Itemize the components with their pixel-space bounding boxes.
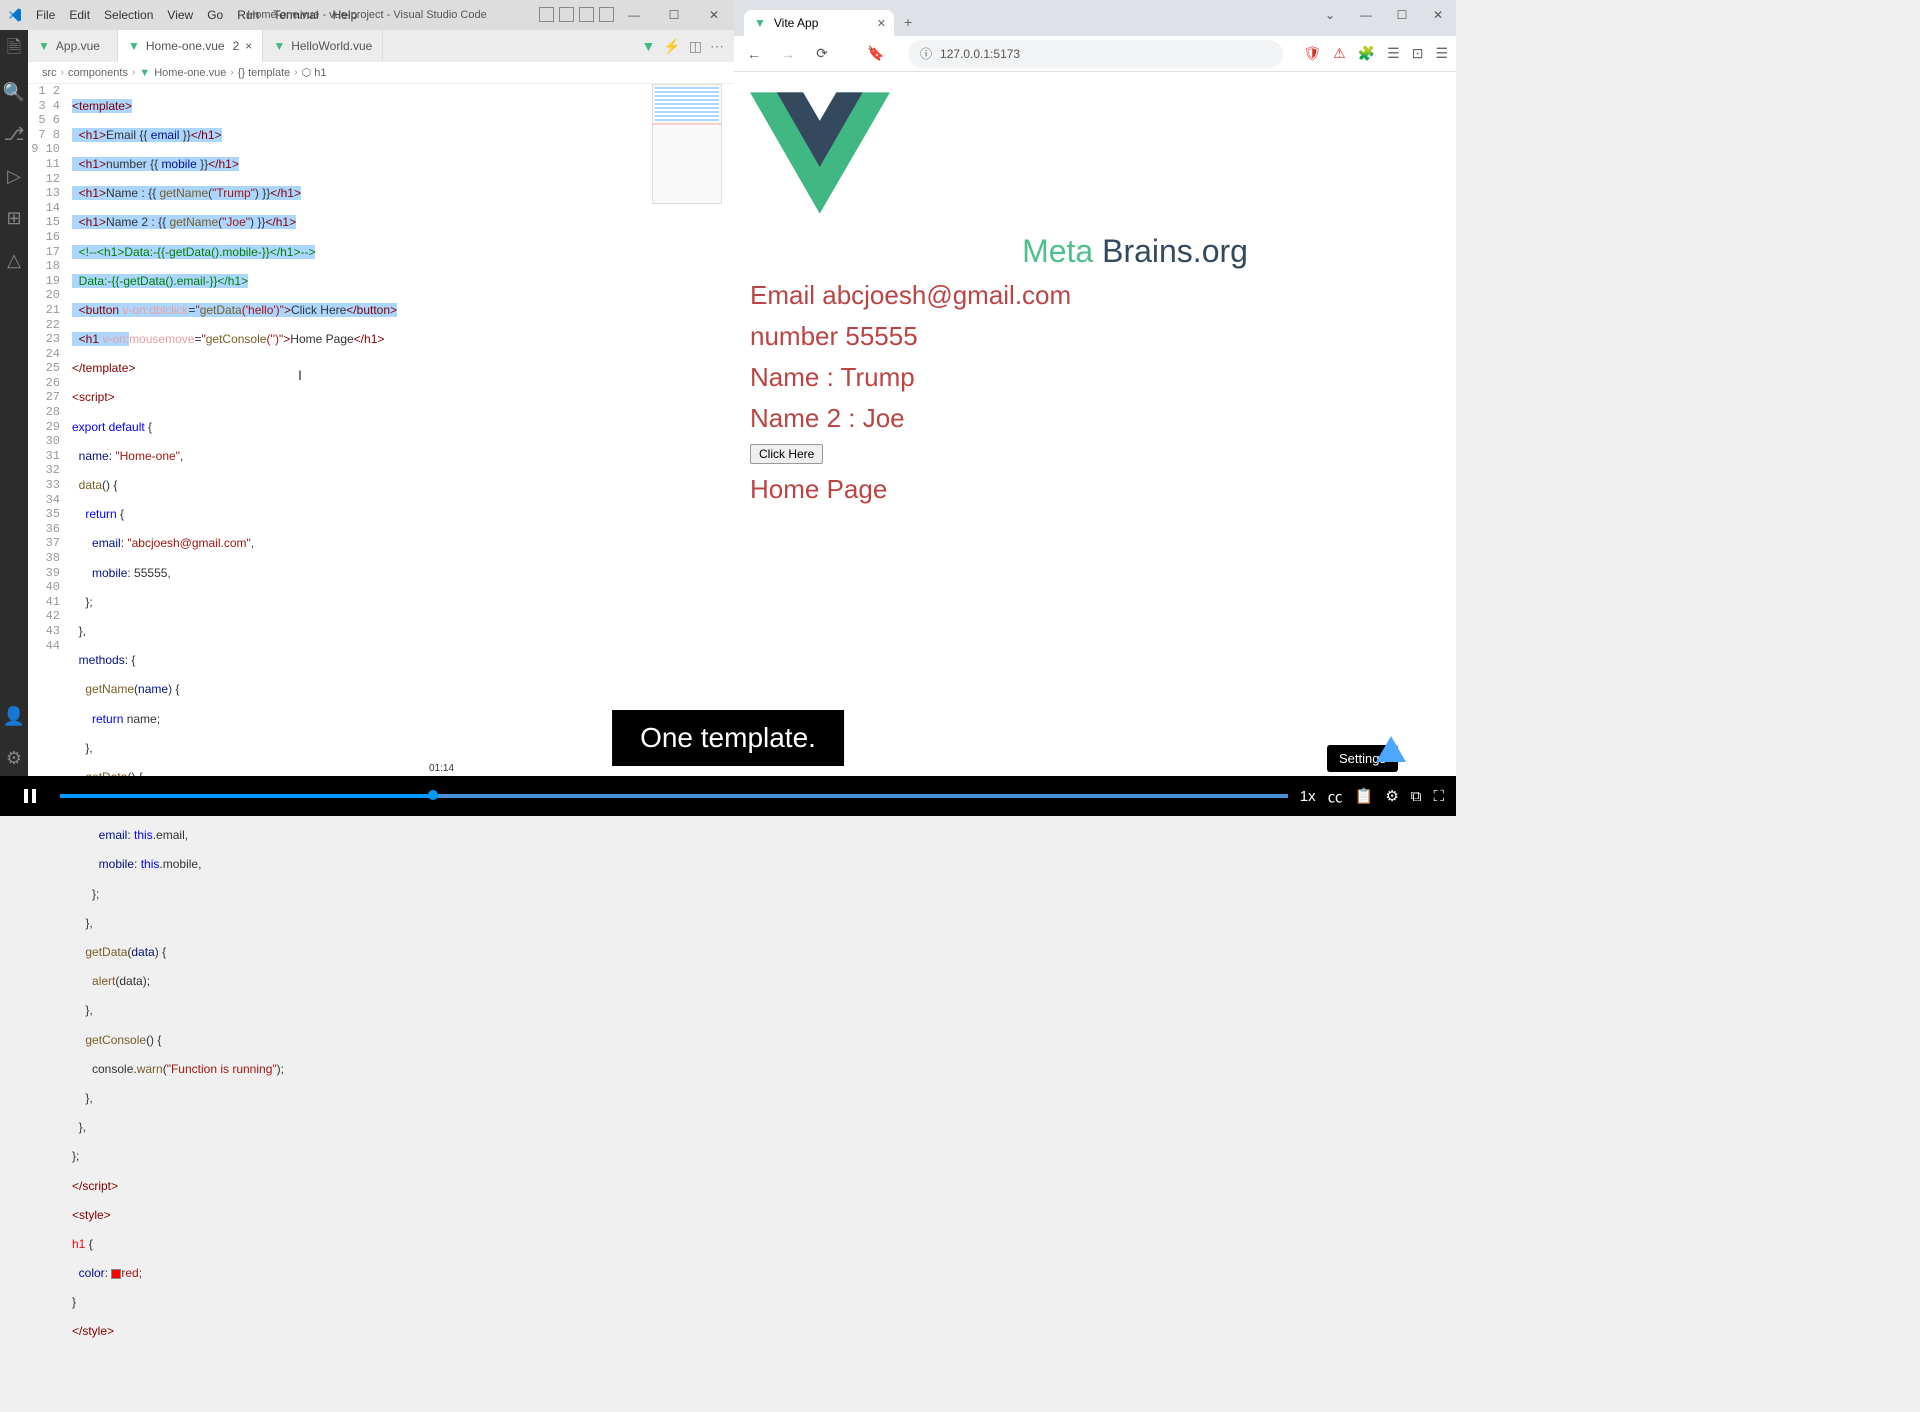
extensions-icon[interactable]: 🧩	[1358, 45, 1375, 62]
site-info-icon[interactable]: ⓘ	[920, 45, 932, 62]
tab-home-one[interactable]: ▼Home-one.vue 2×	[118, 30, 263, 62]
browser-window: 📌 ▼ Vite App ✕ + ⌄ — ☐ ✕ ← → ⟳ 🔖 ⓘ 127.0…	[734, 0, 1456, 780]
forward-button[interactable]: →	[776, 46, 800, 62]
time-tooltip: 01:14	[424, 761, 459, 776]
page-content: Meta Brains.org Email abcjoesh@gmail.com…	[734, 72, 1456, 780]
bookmark-icon[interactable]: 🔖	[864, 45, 888, 62]
new-tab-button[interactable]: +	[894, 8, 922, 36]
favicon-icon: ▼	[754, 16, 766, 30]
explorer-icon[interactable]: 🗎	[2, 38, 26, 62]
vscode-icon	[0, 0, 30, 30]
reload-button[interactable]: ⟳	[810, 45, 834, 62]
browser-close[interactable]: ✕	[1420, 0, 1456, 30]
shield-icon[interactable]: 🛡	[1303, 45, 1321, 62]
menu-view[interactable]: View	[161, 8, 199, 22]
debug-icon[interactable]: ▷	[2, 164, 26, 188]
window-title: Home-one.vue - vue-project - Visual Stud…	[247, 9, 486, 21]
minimize-button[interactable]: —	[614, 0, 654, 30]
heading-home[interactable]: Home Page	[750, 474, 1440, 505]
heading-name: Name : Trump	[750, 362, 1440, 393]
browser-toolbar: ← → ⟳ 🔖 ⓘ 127.0.0.1:5173 🛡 ⚠ 🧩 ☰ ⊡ ☰	[734, 36, 1456, 72]
accounts-icon[interactable]: 👤	[2, 704, 26, 728]
tab-title: Vite App	[774, 16, 818, 30]
code-editor[interactable]: 1 2 3 4 5 6 7 8 9 10 11 12 13 14 15 16 1…	[28, 84, 734, 780]
heading-email: Email abcjoesh@gmail.com	[750, 280, 1440, 311]
titlebar: File Edit Selection View Go Run Terminal…	[0, 0, 734, 30]
pip-icon[interactable]: ⧉	[1411, 788, 1422, 805]
video-caption: One template.	[612, 710, 844, 766]
url-text: 127.0.0.1:5173	[940, 47, 1020, 61]
fullscreen-icon[interactable]: ⛶	[1433, 788, 1444, 805]
settings-icon[interactable]: ⚙	[2, 746, 26, 770]
browser-tabbar: ▼ Vite App ✕ + ⌄ — ☐ ✕	[734, 0, 1456, 36]
menu-icon[interactable]: ☰	[1435, 45, 1448, 62]
speed-icon[interactable]: 1x	[1300, 788, 1316, 805]
close-icon[interactable]: ×	[245, 39, 252, 53]
vite-icon[interactable]: ⚡	[663, 38, 680, 55]
progress-bar[interactable]	[60, 793, 1288, 799]
video-controls: 1x ㏄ 📋 ⚙ ⧉ ⛶	[0, 776, 1456, 816]
dropdown-icon[interactable]: ⌄	[1312, 0, 1348, 30]
code-content[interactable]: <template> <h1>Email {{ email }}</h1> <h…	[68, 84, 734, 780]
layout-toggles[interactable]	[539, 7, 614, 22]
more-icon[interactable]: ⋯	[710, 38, 724, 55]
brand-title: Meta Brains.org	[830, 233, 1440, 270]
menu-selection[interactable]: Selection	[98, 8, 159, 22]
breadcrumb[interactable]: src› components› ▼Home-one.vue› {} templ…	[28, 62, 734, 84]
source-control-icon[interactable]: ⎇	[2, 122, 26, 146]
activity-bar: 🗎 🔍 ⎇ ▷ ⊞ △ 👤 ⚙	[0, 30, 28, 780]
vscode-window: File Edit Selection View Go Run Terminal…	[0, 0, 734, 780]
sidepanel-icon[interactable]: ☰	[1387, 45, 1400, 62]
back-button[interactable]: ←	[742, 46, 766, 62]
browser-maximize[interactable]: ☐	[1384, 0, 1420, 30]
captions-icon[interactable]: ㏄	[1328, 786, 1343, 807]
search-icon[interactable]: 🔍	[2, 80, 26, 104]
editor-tabs: ▼App.vue ▼Home-one.vue 2× ▼HelloWorld.vu…	[28, 30, 734, 62]
download-icon[interactable]: ⊡	[1412, 45, 1424, 62]
menu-edit[interactable]: Edit	[63, 8, 96, 22]
click-here-button[interactable]: Click Here	[750, 444, 823, 464]
text-cursor-icon: I	[298, 368, 302, 383]
heading-number: number 55555	[750, 321, 1440, 352]
heading-name2: Name 2 : Joe	[750, 403, 1440, 434]
video-settings-icon[interactable]: ⚙	[1385, 787, 1398, 805]
address-bar[interactable]: ⓘ 127.0.0.1:5173	[908, 40, 1283, 68]
browser-tab[interactable]: ▼ Vite App ✕	[744, 10, 894, 36]
warning-icon[interactable]: ⚠	[1333, 45, 1346, 62]
pause-button[interactable]	[0, 776, 60, 816]
vue-devtools-icon[interactable]: ▼	[641, 38, 655, 54]
line-numbers: 1 2 3 4 5 6 7 8 9 10 11 12 13 14 15 16 1…	[28, 84, 68, 780]
close-tab-icon[interactable]: ✕	[877, 17, 886, 30]
close-button[interactable]: ✕	[694, 0, 734, 30]
triangle-logo-icon	[1376, 736, 1406, 762]
browser-minimize[interactable]: —	[1348, 0, 1384, 30]
testing-icon[interactable]: △	[2, 248, 26, 272]
menu-file[interactable]: File	[30, 8, 61, 22]
tab-app[interactable]: ▼App.vue	[28, 30, 118, 62]
maximize-button[interactable]: ☐	[654, 0, 694, 30]
split-editor-icon[interactable]: ◫	[689, 38, 702, 55]
vue-logo-icon	[750, 88, 890, 218]
minimap[interactable]	[652, 84, 722, 204]
extensions-icon[interactable]: ⊞	[2, 206, 26, 230]
menu-go[interactable]: Go	[201, 8, 229, 22]
transcript-icon[interactable]: 📋	[1355, 787, 1374, 805]
tab-helloworld[interactable]: ▼HelloWorld.vue	[263, 30, 383, 62]
